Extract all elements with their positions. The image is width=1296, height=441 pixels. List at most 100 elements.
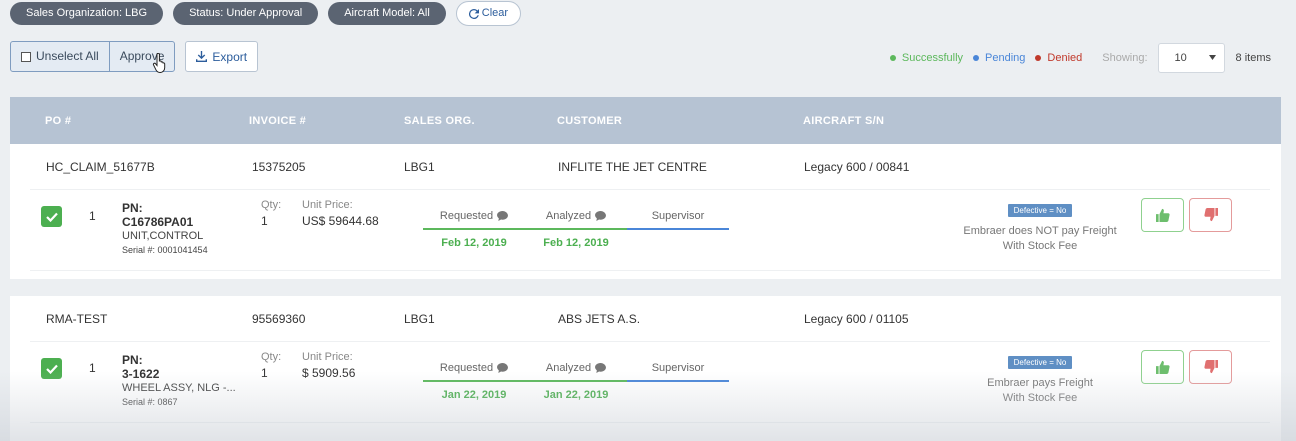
hand-pointer-icon xyxy=(152,53,165,73)
success-dot-icon xyxy=(889,54,896,61)
approve-item-button[interactable] xyxy=(1141,198,1184,232)
pending-dot-icon xyxy=(973,54,980,61)
freight-note: Embraer does NOT pay Freight With Stock … xyxy=(940,224,1140,254)
step-supervisor-label: Supervisor xyxy=(651,362,705,374)
export-button[interactable]: Export xyxy=(185,41,259,72)
clear-label: Clear xyxy=(481,7,509,19)
column-header-invoice[interactable]: INVOICE # xyxy=(249,115,306,127)
order-card: HC_CLAIM_51677B 15375205 LBG1 INFLITE TH… xyxy=(10,144,1281,279)
qty-value: 1 xyxy=(261,366,268,380)
freight-note-line2: With Stock Fee xyxy=(1002,392,1078,404)
po-number: RMA-TEST xyxy=(46,312,108,326)
legend-pending: Pending xyxy=(973,52,1025,64)
refresh-icon xyxy=(468,8,479,19)
quantity: Qty: 1 xyxy=(261,199,281,228)
approve-item-button[interactable] xyxy=(1141,350,1184,384)
step-requested-bar xyxy=(423,380,525,382)
step-supervisor-bar xyxy=(627,228,729,230)
step-supervisor-bar xyxy=(627,380,729,382)
table-header: PO # INVOICE # SALES ORG. CUSTOMER AIRCR… xyxy=(10,97,1281,144)
step-supervisor: Supervisor xyxy=(627,360,729,382)
comment-icon[interactable] xyxy=(595,363,607,373)
step-supervisor: Supervisor xyxy=(627,208,729,230)
comment-icon[interactable] xyxy=(497,363,509,373)
part-info: PN: 3-1622 WHEEL ASSY, NLG -... Serial #… xyxy=(122,354,262,409)
invoice-number: 95569360 xyxy=(252,312,306,326)
unit-price: Unit Price: US$ 59644.68 xyxy=(302,199,379,228)
item-checkbox[interactable] xyxy=(41,206,62,227)
legend-successfully-label: Successfully xyxy=(901,51,964,64)
defective-badge: Defective = No xyxy=(1007,356,1073,369)
step-requested-bar xyxy=(423,228,525,230)
column-header-customer[interactable]: CUSTOMER xyxy=(557,115,622,127)
page-size-select[interactable]: 10 xyxy=(1157,42,1225,73)
comment-icon[interactable] xyxy=(595,211,607,221)
pn-label: PN: xyxy=(122,353,143,367)
column-header-po[interactable]: PO # xyxy=(45,115,71,127)
item-status: Defective = No Embraer pays Freight With… xyxy=(940,352,1140,406)
order-row[interactable]: HC_CLAIM_51677B 15375205 LBG1 INFLITE TH… xyxy=(10,144,1281,189)
step-requested: Requested Jan 22, 2019 xyxy=(423,360,525,401)
order-row[interactable]: RMA-TEST 95569360 LBG1 ABS JETS A.S. Leg… xyxy=(10,296,1281,341)
part-description: WHEEL ASSY, NLG -... xyxy=(122,382,236,394)
sales-org: LBG1 xyxy=(404,160,435,174)
checkbox-icon xyxy=(21,51,31,62)
export-label: Export xyxy=(212,49,248,64)
denied-dot-icon xyxy=(1035,54,1042,61)
pn-label: PN: xyxy=(122,201,143,215)
legend-successfully: Successfully xyxy=(889,51,964,64)
part-info: PN: C16786PA01 UNIT,CONTROL Serial #: 00… xyxy=(122,202,262,257)
unselect-all-button[interactable]: Unselect All xyxy=(11,42,109,71)
download-icon xyxy=(196,51,208,62)
line-number: 1 xyxy=(89,361,96,375)
step-analyzed: Analyzed Jan 22, 2019 xyxy=(525,360,627,401)
order-line-item: 1 PN: C16786PA01 UNIT,CONTROL Serial #: … xyxy=(30,189,1270,271)
freight-note: Embraer pays Freight With Stock Fee xyxy=(940,376,1140,406)
qty-label: Qty: xyxy=(261,199,282,211)
thumbs-down-icon xyxy=(1203,360,1218,374)
column-header-aircraft-sn[interactable]: AIRCRAFT S/N xyxy=(803,115,884,127)
freight-note-line2: With Stock Fee xyxy=(1002,240,1078,252)
filter-chip-sales-org[interactable]: Sales Organization: LBG xyxy=(10,2,164,25)
freight-note-line1: Embraer does NOT pay Freight xyxy=(963,225,1117,237)
freight-note-line1: Embraer pays Freight xyxy=(987,377,1093,389)
step-requested: Requested Feb 12, 2019 xyxy=(423,208,525,249)
step-supervisor-label: Supervisor xyxy=(651,210,705,222)
legend-denied-label: Denied xyxy=(1047,51,1083,64)
line-number: 1 xyxy=(89,209,96,223)
qty-value: 1 xyxy=(261,214,268,228)
checkmark-icon xyxy=(45,364,58,374)
checkmark-icon xyxy=(45,212,58,222)
step-analyzed-date: Jan 22, 2019 xyxy=(543,389,609,401)
legend-denied: Denied xyxy=(1035,52,1082,64)
item-status: Defective = No Embraer does NOT pay Frei… xyxy=(940,200,1140,254)
step-requested-date: Jan 22, 2019 xyxy=(441,389,507,401)
thumbs-up-icon xyxy=(1155,360,1170,374)
unit-price-label: Unit Price: xyxy=(302,199,353,211)
deny-item-button[interactable] xyxy=(1189,350,1232,384)
serial-number: Serial #: 0001041454 xyxy=(122,245,208,255)
part-number: 3-1622 xyxy=(122,367,160,381)
comment-icon[interactable] xyxy=(497,211,509,221)
step-requested-label: Requested xyxy=(439,362,494,374)
unit-price-value: $ 5909.56 xyxy=(302,366,356,380)
approve-button[interactable]: Approve xyxy=(108,42,175,73)
column-header-sales-org[interactable]: SALES ORG. xyxy=(404,115,475,127)
filter-chip-status[interactable]: Status: Under Approval xyxy=(173,2,319,25)
aircraft-sn: Legacy 600 / 01105 xyxy=(804,312,909,326)
clear-filters-button[interactable]: Clear xyxy=(455,1,522,26)
unselect-all-label: Unselect All xyxy=(36,49,99,63)
filter-chip-aircraft-model[interactable]: Aircraft Model: All xyxy=(328,2,446,25)
toolbar: Unselect All Approve Export xyxy=(10,41,259,73)
item-checkbox[interactable] xyxy=(41,358,62,379)
unit-price-value: US$ 59644.68 xyxy=(302,214,379,228)
unit-price: Unit Price: $ 5909.56 xyxy=(302,351,355,380)
step-requested-label: Requested xyxy=(439,210,494,222)
caret-down-icon xyxy=(1208,55,1216,60)
invoice-number: 15375205 xyxy=(252,160,306,174)
step-analyzed-date: Feb 12, 2019 xyxy=(543,237,609,249)
deny-item-button[interactable] xyxy=(1189,198,1232,232)
step-analyzed-bar xyxy=(525,380,627,382)
unit-price-label: Unit Price: xyxy=(302,351,353,363)
quantity: Qty: 1 xyxy=(261,351,281,380)
